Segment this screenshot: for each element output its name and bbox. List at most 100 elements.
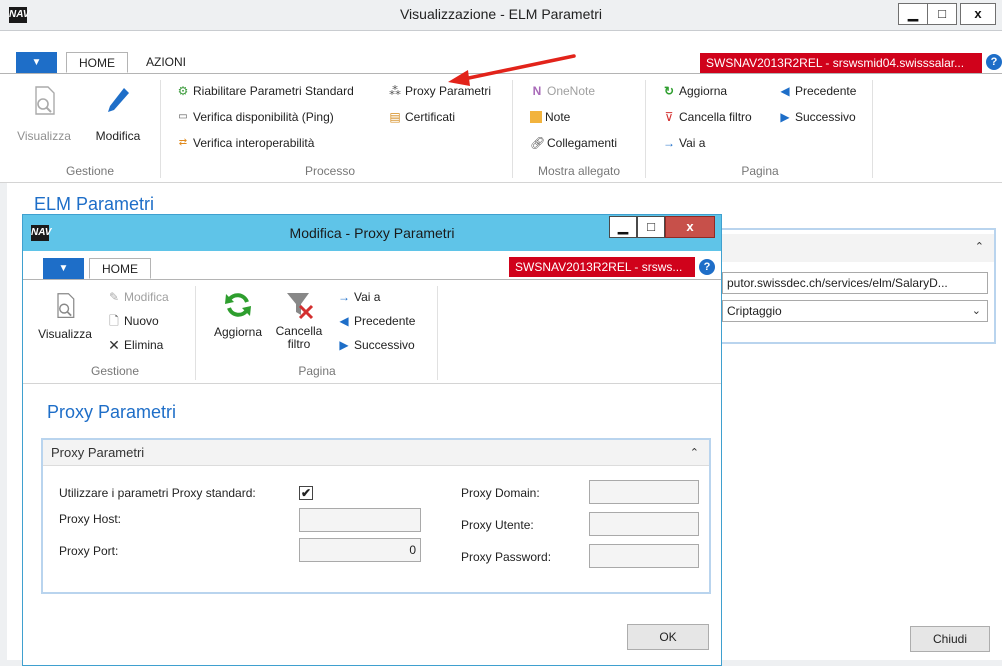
chevron-up-icon[interactable]: ⌃	[975, 240, 984, 253]
refresh-icon: ↻	[663, 84, 675, 98]
close-button[interactable]: x	[960, 3, 996, 25]
group-separator	[872, 80, 873, 178]
dialog-maximize-button[interactable]: □	[637, 216, 665, 238]
chiudi-button[interactable]: Chiudi	[910, 626, 990, 652]
use-standard-checkbox[interactable]: ✔	[299, 486, 313, 500]
dialog-precedente-button[interactable]: ◀ Precedente	[337, 314, 415, 328]
proxy-password-label: Proxy Password:	[461, 550, 552, 564]
file-menu-button[interactable]: ▼	[16, 52, 57, 73]
proxy-user-input[interactable]	[589, 512, 699, 536]
group-separator	[645, 80, 646, 178]
clear-filter-icon: ⊽	[664, 110, 674, 124]
proxy-port-label: Proxy Port:	[59, 544, 119, 558]
url-field[interactable]: putor.swissdec.ch/services/elm/SalaryD..…	[722, 272, 988, 294]
dialog-visualizza-button[interactable]: Visualizza	[37, 290, 93, 341]
arrow-right-icon: →	[338, 290, 350, 304]
note-button[interactable]: Note	[530, 110, 570, 124]
proxy-host-input[interactable]	[299, 508, 421, 532]
aggiorna-button[interactable]: ↻ Aggiorna	[662, 84, 727, 98]
dialog-server-badge: SWSNAV2013R2REL - srsws...	[509, 257, 695, 277]
ok-button[interactable]: OK	[627, 624, 709, 650]
proxy-password-input[interactable]	[589, 544, 699, 568]
link-icon: 🔗︎	[530, 136, 546, 150]
dialog-page-title: Proxy Parametri	[47, 402, 177, 422]
triangle-right-icon: ▶	[339, 338, 349, 352]
dialog-nuovo-label: Nuovo	[124, 314, 159, 328]
dialog-modifica-label: Modifica	[124, 290, 169, 304]
precedente-button[interactable]: ◀ Precedente	[778, 84, 856, 98]
collegamenti-label: Collegamenti	[547, 136, 618, 150]
collegamenti-button[interactable]: 🔗︎ Collegamenti	[530, 136, 617, 150]
verifica-ping-label: Verifica disponibilità (Ping)	[193, 110, 334, 124]
group-label-pagina: Pagina	[741, 164, 779, 178]
proxy-host-label: Proxy Host:	[59, 512, 122, 526]
verifica-interop-button[interactable]: ⇄ Verifica interoperabilità	[176, 136, 315, 150]
modifica-label: Modifica	[95, 129, 141, 143]
clear-filter-icon	[287, 293, 314, 320]
pencil-icon	[108, 88, 129, 112]
network-nodes-icon: ⁂	[389, 84, 401, 98]
precedente-label: Precedente	[795, 84, 857, 98]
triangle-right-icon: ▶	[780, 110, 790, 124]
dialog-elimina-label: Elimina	[124, 338, 164, 352]
tab-home[interactable]: HOME	[66, 52, 128, 73]
dialog-successivo-label: Successivo	[354, 338, 415, 352]
dialog-help-icon[interactable]: ?	[699, 259, 715, 275]
dialog-modifica-button[interactable]: ✎ Modifica	[107, 290, 169, 304]
dialog-ribbon: Visualizza ✎ Modifica 🗋︎ Nuovo ✕ Elimina…	[23, 279, 721, 384]
help-icon[interactable]: ?	[986, 54, 1002, 70]
verifica-interop-label: Verifica interoperabilità	[193, 136, 315, 150]
chevron-up-icon[interactable]: ⌃	[690, 446, 699, 459]
dialog-aggiorna-label: Aggiorna	[213, 325, 263, 339]
proxy-port-input[interactable]: 0	[299, 538, 421, 562]
encryption-select[interactable]: Criptaggio ⌄	[722, 300, 988, 322]
dialog-minimize-button[interactable]: ▁	[609, 216, 637, 238]
visualizza-button[interactable]: Visualizza	[4, 84, 84, 143]
vai-a-button[interactable]: → Vai a	[662, 136, 705, 150]
proxy-fasttab-title: Proxy Parametri	[51, 445, 145, 460]
dialog-elimina-button[interactable]: ✕ Elimina	[107, 338, 163, 352]
dialog-close-button[interactable]: x	[665, 216, 715, 238]
certificati-label: Certificati	[405, 110, 456, 124]
proxy-domain-label: Proxy Domain:	[461, 486, 540, 500]
group-label-mostra-allegato: Mostra allegato	[537, 164, 621, 178]
dialog-vai-a-button[interactable]: → Vai a	[337, 290, 380, 304]
encryption-select-value: Criptaggio	[727, 304, 782, 318]
riabilitare-label: Riabilitare Parametri Standard	[193, 84, 354, 98]
certificate-icon: ▤	[389, 110, 401, 124]
background-fasttab-header[interactable]: ⌃	[702, 234, 994, 262]
riabilitare-parametri-button[interactable]: ⚙ Riabilitare Parametri Standard	[176, 84, 354, 98]
cancella-filtro-button[interactable]: ⊽ Cancella filtro	[662, 110, 752, 124]
new-document-icon: 🗋︎	[109, 314, 119, 328]
document-search-icon	[57, 293, 75, 318]
dialog-file-menu-button[interactable]: ▼	[43, 258, 84, 279]
pencil-icon: ✎	[108, 290, 120, 304]
group-separator	[437, 286, 438, 380]
proxy-fasttab-header[interactable]: Proxy Parametri ⌃	[43, 440, 709, 466]
maximize-button[interactable]: □	[927, 3, 957, 25]
cancella-filtro-label: Cancella filtro	[679, 110, 752, 124]
dialog-body: Proxy Parametri Proxy Parametri ⌃ Utiliz…	[23, 384, 721, 665]
note-icon	[530, 111, 542, 123]
minimize-button[interactable]: ▁	[898, 3, 928, 25]
vai-a-label: Vai a	[679, 136, 706, 150]
successivo-button[interactable]: ▶ Successivo	[778, 110, 855, 124]
proxy-fasttab: Proxy Parametri ⌃ Utilizzare i parametri…	[41, 438, 711, 594]
certificati-button[interactable]: ▤ Certificati	[388, 110, 455, 124]
dialog-ribbon-tabs: ▼ HOME SWSNAV2013R2REL - srsws... ?	[23, 251, 721, 279]
proxy-parametri-dialog: NAV Modifica - Proxy Parametri ▁ □ x ▼ H…	[22, 214, 722, 666]
dialog-nuovo-button[interactable]: 🗋︎ Nuovo	[107, 314, 159, 328]
group-separator	[160, 80, 161, 178]
verifica-ping-button[interactable]: ▭ Verifica disponibilità (Ping)	[176, 110, 334, 124]
aggiorna-label: Aggiorna	[679, 84, 728, 98]
dialog-filtro-label: filtro	[287, 337, 311, 351]
triangle-left-icon: ◀	[780, 84, 790, 98]
dialog-tab-home[interactable]: HOME	[89, 258, 151, 279]
dialog-successivo-button[interactable]: ▶ Successivo	[337, 338, 415, 352]
tab-azioni[interactable]: AZIONI	[134, 52, 198, 73]
main-titlebar: NAV Visualizzazione - ELM Parametri ▁ □ …	[0, 0, 1002, 31]
modifica-button[interactable]: Modifica	[86, 84, 150, 143]
dialog-cancella-filtro-button[interactable]: Cancella filtro	[271, 290, 327, 351]
proxy-domain-input[interactable]	[589, 480, 699, 504]
dialog-aggiorna-button[interactable]: Aggiorna	[207, 290, 269, 339]
